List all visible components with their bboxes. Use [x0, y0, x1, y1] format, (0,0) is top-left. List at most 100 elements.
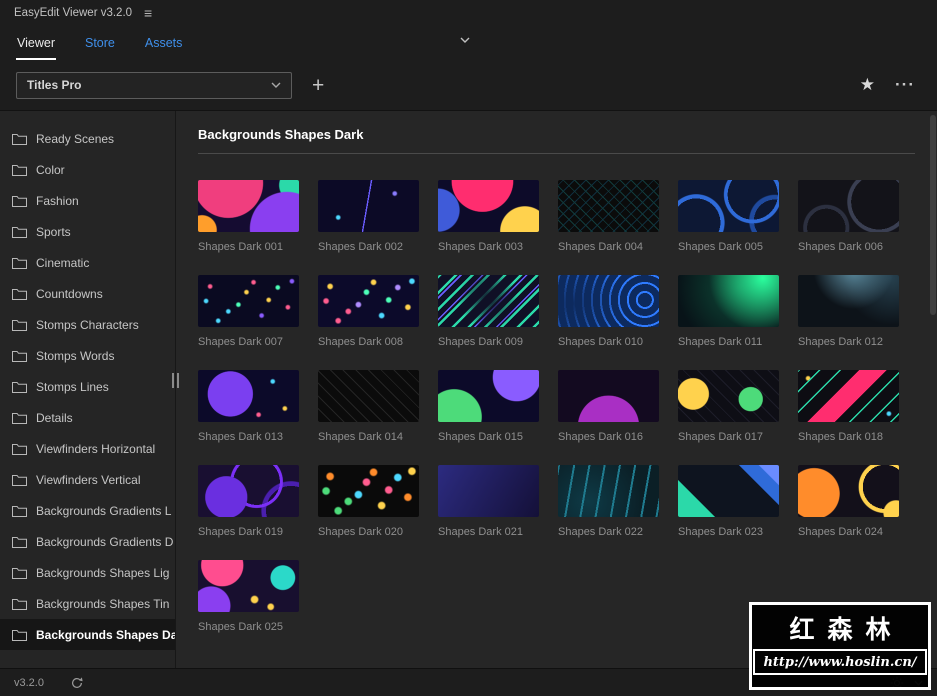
sidebar-item-label: Sports	[36, 224, 71, 239]
thumbnail-label: Shapes Dark 012	[798, 336, 883, 348]
sidebar-item[interactable]: Viewfinders Horizontal	[0, 433, 175, 464]
tab-viewer[interactable]: Viewer	[16, 28, 56, 60]
preset-select[interactable]: Titles Pro	[16, 71, 292, 99]
asset-item[interactable]: Shapes Dark 022	[558, 465, 659, 538]
thumbnail-label: Shapes Dark 007	[198, 336, 283, 348]
sidebar-item-label: Details	[36, 410, 73, 425]
sidebar-item[interactable]: Viewfinders Vertical	[0, 464, 175, 495]
sidebar-item[interactable]: Details	[0, 402, 175, 433]
sidebar-resize-grip[interactable]	[172, 373, 179, 388]
thumbnail-image[interactable]	[438, 180, 539, 232]
sidebar-item[interactable]: Backgrounds Shapes Dar	[0, 619, 175, 650]
sidebar-item[interactable]: Backgrounds Gradients L	[0, 495, 175, 526]
asset-item[interactable]: Shapes Dark 020	[318, 465, 419, 538]
sidebar-item[interactable]: Cinematic	[0, 247, 175, 278]
asset-item[interactable]: Shapes Dark 011	[678, 275, 779, 348]
asset-item[interactable]: Shapes Dark 002	[318, 180, 419, 253]
asset-item[interactable]: Shapes Dark 018	[798, 370, 899, 443]
sidebar-item-label: Backgrounds Gradients D	[36, 534, 174, 549]
thumbnail-image[interactable]	[198, 465, 299, 517]
thumbnail-image[interactable]	[318, 465, 419, 517]
more-options-icon[interactable]: ···	[895, 75, 915, 95]
asset-item[interactable]: Shapes Dark 012	[798, 275, 899, 348]
favorite-star-icon[interactable]: ★	[860, 75, 875, 95]
tab-assets[interactable]: Assets	[144, 28, 184, 60]
content-panel: Backgrounds Shapes Dark Shapes Dark 001 …	[176, 111, 937, 668]
asset-item[interactable]: Shapes Dark 025	[198, 560, 299, 633]
thumbnail-image[interactable]	[318, 370, 419, 422]
tab-store[interactable]: Store	[84, 28, 116, 60]
thumbnail-image[interactable]	[558, 465, 659, 517]
asset-item[interactable]: Shapes Dark 007	[198, 275, 299, 348]
asset-item[interactable]: Shapes Dark 023	[678, 465, 779, 538]
sidebar-item[interactable]: Backgrounds Gradients D	[0, 526, 175, 557]
refresh-icon[interactable]	[70, 676, 84, 690]
thumbnail-image[interactable]	[678, 465, 779, 517]
sidebar-item[interactable]: Stomps Words	[0, 340, 175, 371]
sidebar-item-label: Backgrounds Shapes Lig	[36, 565, 170, 580]
thumbnail-label: Shapes Dark 002	[318, 241, 403, 253]
thumbnail-image[interactable]	[678, 275, 779, 327]
hamburger-menu-icon[interactable]: ≡	[144, 6, 152, 20]
folder-icon	[12, 288, 27, 300]
thumbnail-label: Shapes Dark 003	[438, 241, 523, 253]
thumbnail-image[interactable]	[438, 370, 539, 422]
sidebar-item[interactable]: Sports	[0, 216, 175, 247]
sidebar-item[interactable]: Backgrounds Shapes Lig	[0, 557, 175, 588]
sidebar-item[interactable]: Ready Scenes	[0, 123, 175, 154]
thumbnail-image[interactable]	[198, 180, 299, 232]
sidebar-item[interactable]: Stomps Lines	[0, 371, 175, 402]
asset-item[interactable]: Shapes Dark 001	[198, 180, 299, 253]
sidebar-item[interactable]: Color	[0, 154, 175, 185]
asset-item[interactable]: Shapes Dark 005	[678, 180, 779, 253]
thumbnail-label: Shapes Dark 023	[678, 526, 763, 538]
asset-item[interactable]: Shapes Dark 013	[198, 370, 299, 443]
folder-icon	[12, 133, 27, 145]
thumbnail-grid: Shapes Dark 001 Shapes Dark 002 Shapes D…	[198, 180, 915, 633]
sidebar-item[interactable]: Fashion	[0, 185, 175, 216]
asset-item[interactable]: Shapes Dark 008	[318, 275, 419, 348]
folder-icon	[12, 319, 27, 331]
asset-item[interactable]: Shapes Dark 006	[798, 180, 899, 253]
asset-item[interactable]: Shapes Dark 024	[798, 465, 899, 538]
asset-item[interactable]: Shapes Dark 019	[198, 465, 299, 538]
thumbnail-image[interactable]	[558, 370, 659, 422]
asset-item[interactable]: Shapes Dark 009	[438, 275, 539, 348]
sidebar-item[interactable]: Countdowns	[0, 278, 175, 309]
thumbnail-image[interactable]	[438, 275, 539, 327]
asset-item[interactable]: Shapes Dark 014	[318, 370, 419, 443]
thumbnail-image[interactable]	[198, 370, 299, 422]
asset-item[interactable]: Shapes Dark 017	[678, 370, 779, 443]
sidebar-item[interactable]: Backgrounds Shapes Tin	[0, 588, 175, 619]
thumbnail-image[interactable]	[558, 180, 659, 232]
folder-icon	[12, 443, 27, 455]
watermark-url: http://www.hoslin.cn/	[763, 655, 917, 670]
thumbnail-image[interactable]	[798, 275, 899, 327]
thumbnail-image[interactable]	[318, 275, 419, 327]
panel-chevron-down-icon[interactable]	[460, 37, 470, 43]
scrollbar-thumb[interactable]	[930, 115, 936, 315]
thumbnail-image[interactable]	[678, 180, 779, 232]
thumbnail-image[interactable]	[678, 370, 779, 422]
vertical-scrollbar[interactable]	[930, 115, 936, 664]
sidebar-item[interactable]: Stomps Characters	[0, 309, 175, 340]
asset-item[interactable]: Shapes Dark 003	[438, 180, 539, 253]
asset-item[interactable]: Shapes Dark 010	[558, 275, 659, 348]
thumbnail-image[interactable]	[798, 465, 899, 517]
thumbnail-image[interactable]	[318, 180, 419, 232]
thumbnail-label: Shapes Dark 020	[318, 526, 403, 538]
thumbnail-image[interactable]	[198, 275, 299, 327]
thumbnail-image[interactable]	[438, 465, 539, 517]
asset-item[interactable]: Shapes Dark 004	[558, 180, 659, 253]
asset-item[interactable]: Shapes Dark 015	[438, 370, 539, 443]
asset-item[interactable]: Shapes Dark 016	[558, 370, 659, 443]
sidebar-item-label: Viewfinders Vertical	[36, 472, 141, 487]
thumbnail-label: Shapes Dark 013	[198, 431, 283, 443]
asset-item[interactable]: Shapes Dark 021	[438, 465, 539, 538]
thumbnail-image[interactable]	[198, 560, 299, 612]
thumbnail-image[interactable]	[558, 275, 659, 327]
thumbnail-image[interactable]	[798, 180, 899, 232]
add-preset-button[interactable]: +	[312, 75, 324, 96]
thumbnail-image[interactable]	[798, 370, 899, 422]
app-title: EasyEdit Viewer v3.2.0	[14, 7, 133, 19]
